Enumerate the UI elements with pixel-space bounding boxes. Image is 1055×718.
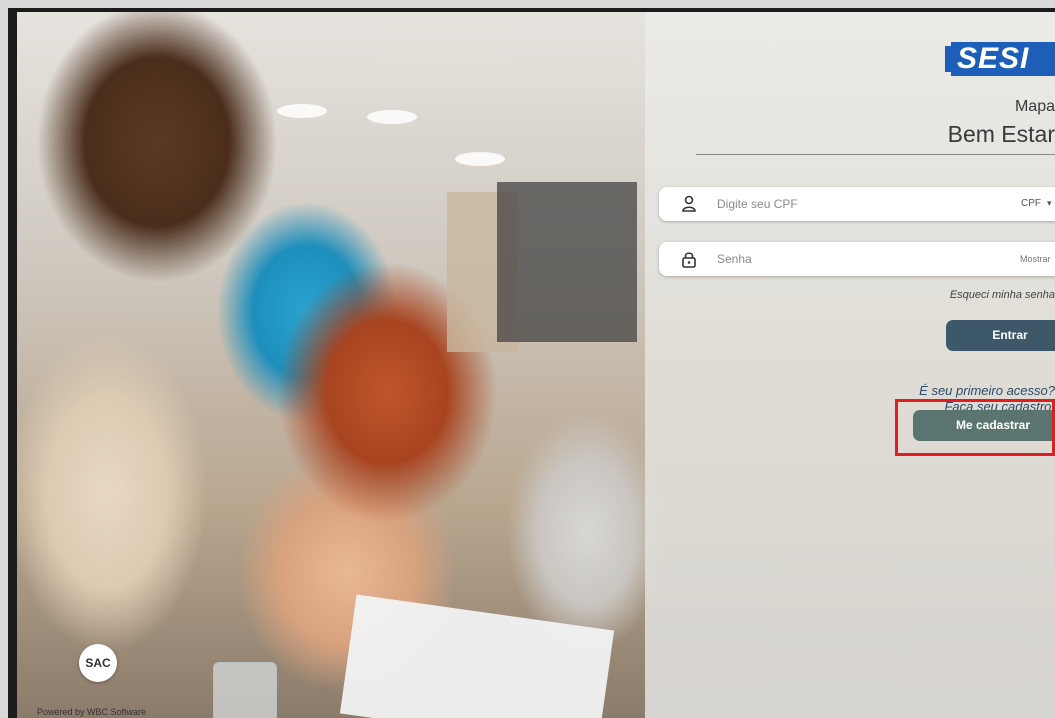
ceiling-light <box>455 152 505 166</box>
password-placeholder: Senha <box>717 252 752 266</box>
ceiling-light <box>277 104 327 118</box>
show-password-toggle[interactable]: Mostrar <box>1020 254 1051 264</box>
sesi-logo: SESI <box>945 42 1055 76</box>
header-divider <box>696 154 1055 155</box>
sac-button[interactable]: SAC <box>79 644 117 682</box>
highlight-box <box>895 399 1055 456</box>
drinking-glass <box>213 662 277 718</box>
login-page: SESI Mapa Bem Estar Digite seu CPF CPF ▾ <box>17 12 1055 718</box>
app-subtitle: Mapa <box>1014 98 1055 115</box>
background-wall-panel <box>497 182 637 342</box>
logo-text: SESI <box>957 42 1030 75</box>
logo-stripe <box>945 46 951 72</box>
powered-by-text: Powered by WBC Software <box>37 707 147 717</box>
password-input[interactable]: Senha Mostrar <box>659 242 1055 276</box>
first-access-prompt: É seu primeiro acesso? <box>919 383 1055 398</box>
ceiling-light <box>367 110 417 124</box>
paper-sheet <box>339 594 615 718</box>
login-panel: SESI Mapa Bem Estar Digite seu CPF CPF ▾ <box>645 12 1055 718</box>
user-icon <box>682 195 696 212</box>
cpf-type-select[interactable]: CPF <box>1021 198 1041 209</box>
window-frame: SESI Mapa Bem Estar Digite seu CPF CPF ▾ <box>0 0 1055 718</box>
forgot-password-link[interactable]: Esqueci minha senha <box>950 289 1055 301</box>
cpf-placeholder: Digite seu CPF <box>717 197 798 211</box>
login-button[interactable]: Entrar <box>946 320 1055 351</box>
cpf-input[interactable]: Digite seu CPF CPF ▾ <box>659 187 1055 221</box>
lock-icon <box>682 252 696 268</box>
app-title: Bem Estar <box>947 121 1055 147</box>
chevron-down-icon[interactable]: ▾ <box>1047 198 1052 209</box>
